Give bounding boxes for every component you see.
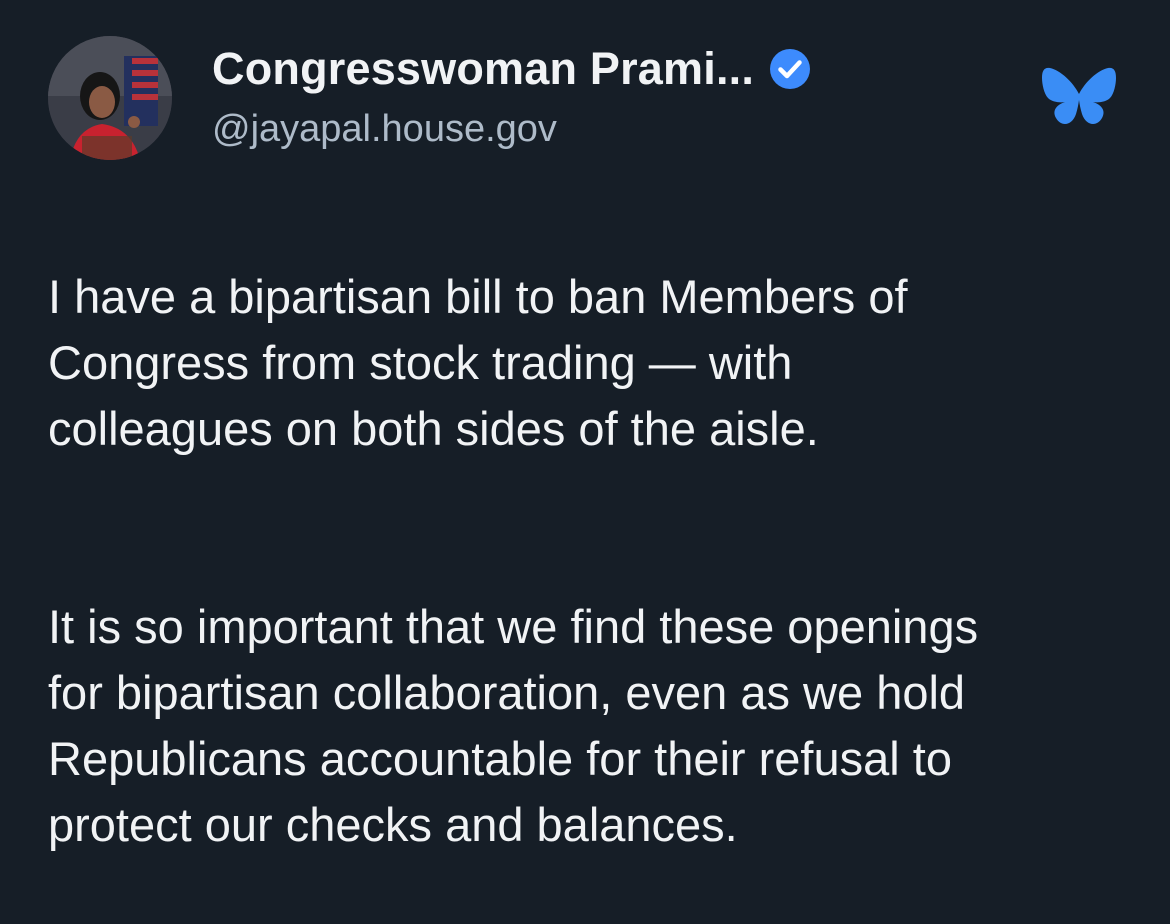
post-paragraph: It is so important that we find these op… <box>48 600 979 851</box>
post-paragraph: I have a bipartisan bill to ban Members … <box>48 270 908 455</box>
post-body: I have a bipartisan bill to ban Members … <box>48 198 1138 924</box>
author-name-row: Congresswoman Prami... <box>212 40 812 98</box>
avatar-image <box>48 36 172 160</box>
post-card: Congresswoman Prami... @jayapal.house.go… <box>0 0 1170 851</box>
author-display-name[interactable]: Congresswoman Prami... <box>212 43 754 95</box>
author-handle[interactable]: @jayapal.house.gov <box>212 108 557 151</box>
author-avatar[interactable] <box>48 36 172 160</box>
bluesky-butterfly-icon <box>1040 64 1118 132</box>
verified-badge-icon <box>768 47 812 91</box>
